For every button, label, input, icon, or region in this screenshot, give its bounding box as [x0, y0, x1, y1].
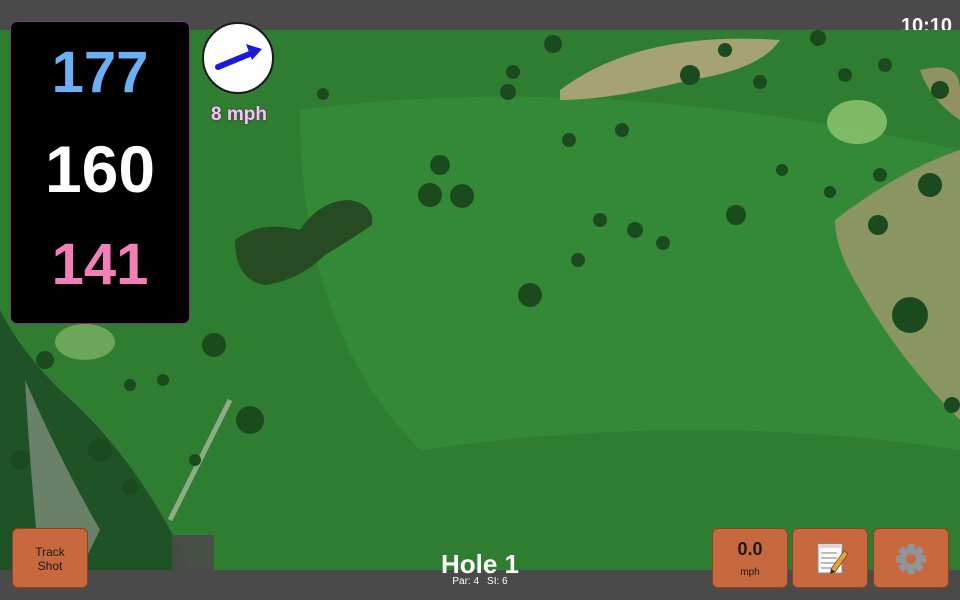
speed-value: 0.0 — [737, 539, 763, 559]
track-shot-button[interactable]: Track Shot — [12, 528, 88, 588]
speed-button[interactable]: 0.0 mph — [712, 528, 788, 588]
distance-center: 160 — [44, 132, 156, 206]
golf-gps-app: 10:10 177 160 141 8 mph Track Shot Hole … — [0, 0, 960, 600]
speed-unit: mph — [740, 567, 760, 578]
notepad-icon — [817, 543, 849, 574]
wind-indicator — [202, 22, 274, 94]
gear-icon — [896, 544, 926, 574]
distance-front: 141 — [51, 232, 149, 297]
distance-back: 177 — [51, 40, 149, 105]
track-shot-label-line1: Track — [35, 545, 65, 559]
distance-panel: 177 160 141 — [11, 22, 189, 323]
track-shot-label-line2: Shot — [37, 559, 63, 573]
notes-button[interactable] — [792, 528, 868, 588]
hole-title: Hole 1 — [440, 549, 520, 579]
hole-stroke-index: SI: 6 — [487, 576, 508, 587]
hole-par: Par: 4 — [452, 576, 480, 587]
wind-speed-label: 8 mph — [211, 104, 267, 125]
settings-button[interactable] — [873, 528, 949, 588]
hole-info: Par: 4 SI: 6 — [380, 576, 580, 588]
wind-direction-arrow-icon — [215, 44, 262, 70]
